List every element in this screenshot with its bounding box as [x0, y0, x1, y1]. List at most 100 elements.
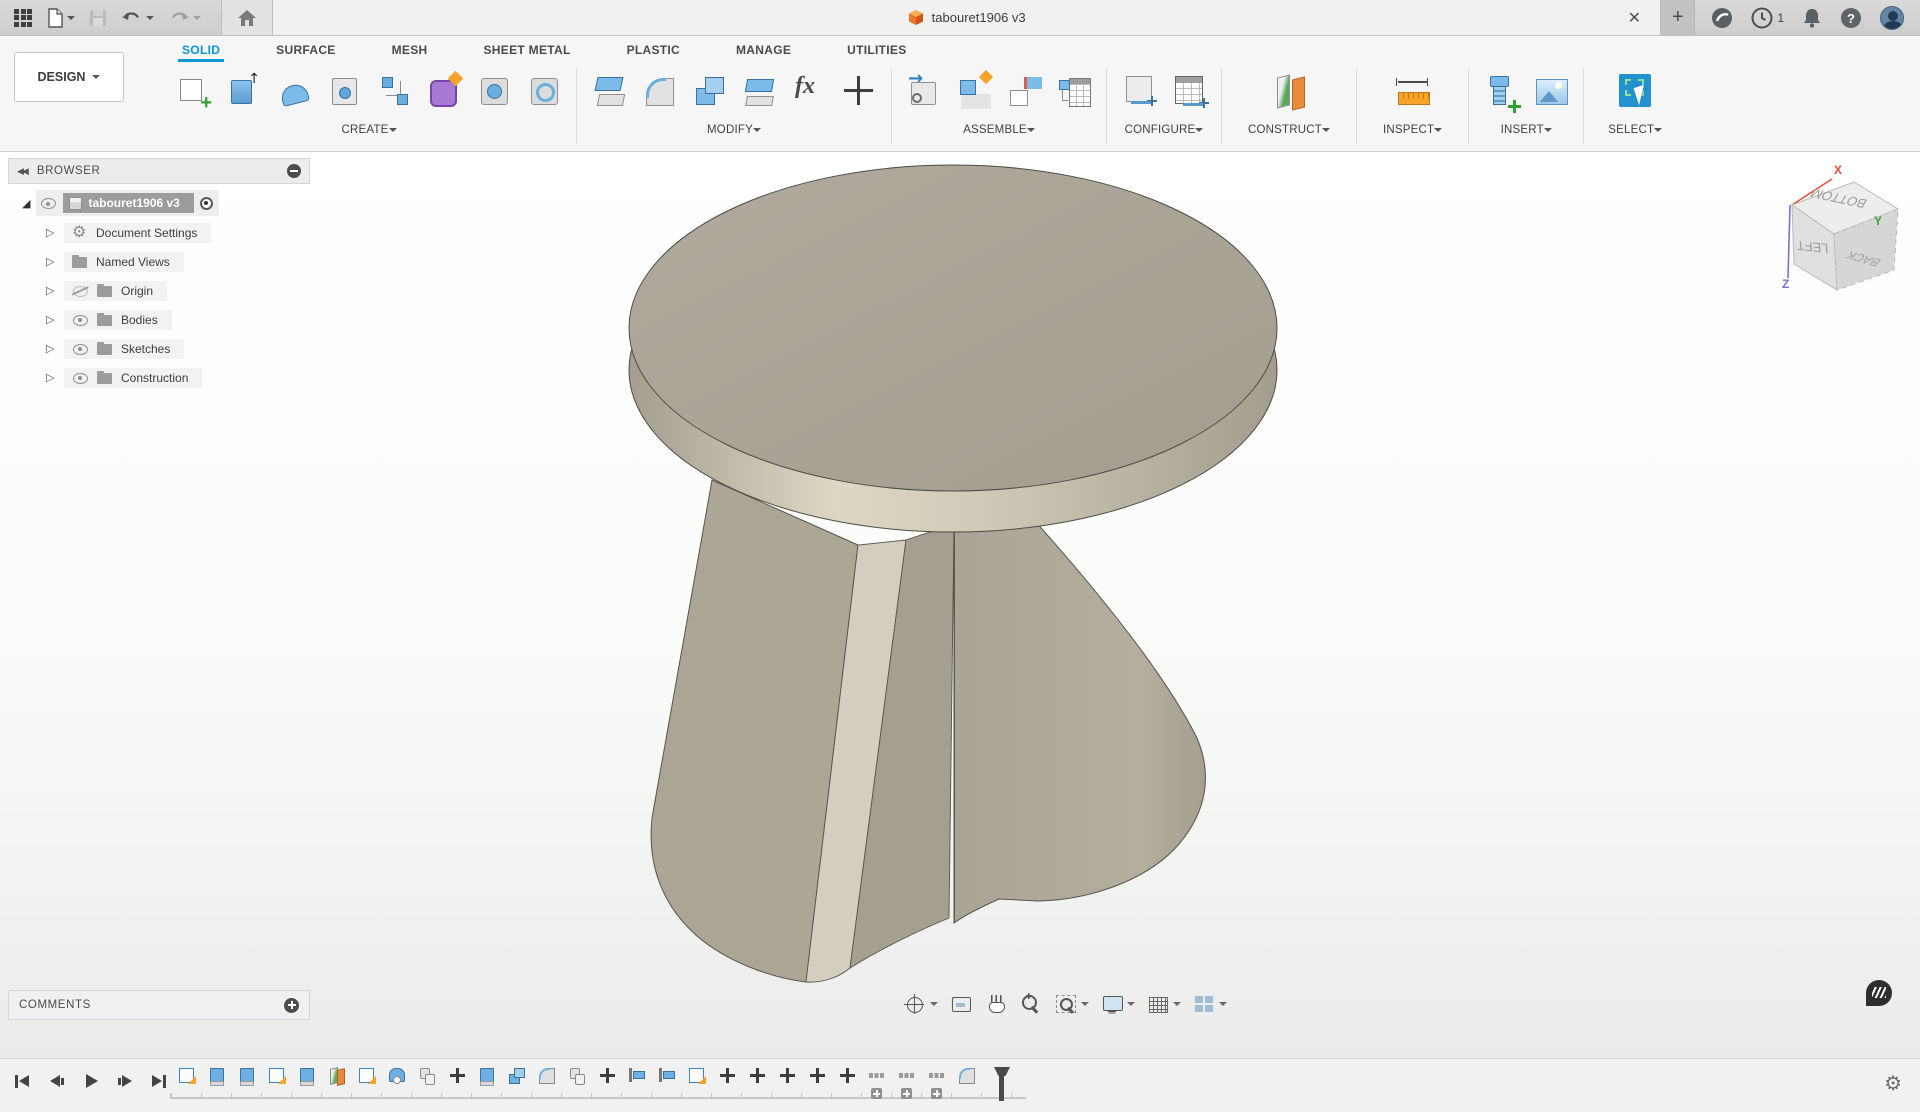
timeline-feature-icon[interactable] — [418, 1066, 436, 1086]
help-icon[interactable]: ? — [1840, 7, 1862, 29]
browser-minimize-icon[interactable] — [287, 164, 301, 178]
timeline-feature-icon[interactable] — [358, 1066, 376, 1086]
timeline-feature-icon[interactable] — [868, 1066, 886, 1086]
ribbon-tool-icon[interactable] — [954, 71, 994, 111]
ribbon-tool-icon[interactable] — [839, 71, 879, 111]
timeline-feature-icon[interactable] — [448, 1066, 466, 1086]
orbit-caret-icon[interactable] — [930, 1002, 938, 1010]
ribbon-tool-icon[interactable] — [474, 71, 514, 111]
timeline-feature-icon[interactable] — [928, 1066, 946, 1086]
visibility-eye-icon[interactable] — [72, 372, 89, 384]
timeline-feature-icon[interactable] — [778, 1066, 796, 1086]
timeline-feature-icon[interactable] — [688, 1066, 706, 1086]
viewport-3d[interactable]: ◀◀ BROWSER ◢ tabouret1906 v3 — [0, 152, 1920, 1058]
document-tab[interactable]: tabouret1906 v3 ✕ — [273, 0, 1661, 35]
root-visibility-eye-icon[interactable] — [40, 197, 57, 209]
timeline-group-plus-icon[interactable] — [931, 1088, 942, 1099]
feedback-bubble-icon[interactable] — [1866, 980, 1892, 1006]
timeline-feature-icon[interactable] — [748, 1066, 766, 1086]
ribbon-tool-icon[interactable] — [424, 71, 464, 111]
save-button[interactable] — [89, 9, 107, 27]
browser-item[interactable]: ▷ Named Views — [46, 249, 310, 274]
timeline-feature-icon[interactable] — [298, 1066, 316, 1086]
step-forward-button[interactable] — [116, 1073, 134, 1091]
display-settings-button[interactable] — [1098, 990, 1137, 1018]
ribbon-group-label-configure[interactable]: CONFIGURE — [1125, 124, 1204, 136]
job-status-button[interactable]: 1 — [1751, 7, 1784, 29]
go-to-start-button[interactable] — [14, 1073, 32, 1091]
timeline-feature-icon[interactable] — [268, 1066, 286, 1086]
timeline-feature-icon[interactable] — [328, 1066, 346, 1086]
ribbon-tool-icon[interactable] — [1004, 71, 1044, 111]
timeline-feature-icon[interactable] — [658, 1066, 676, 1086]
play-button[interactable] — [82, 1073, 100, 1091]
timeline-settings-gear-icon[interactable]: ⚙ — [1884, 1073, 1902, 1095]
ribbon-tab[interactable]: SHEET METAL — [480, 43, 575, 62]
ribbon-group-label-create[interactable]: CREATE — [342, 124, 397, 136]
timeline-group-plus-icon[interactable] — [871, 1088, 882, 1099]
pan-button[interactable] — [982, 990, 1010, 1018]
grid-settings-button[interactable] — [1144, 990, 1183, 1018]
redo-button[interactable] — [168, 9, 201, 27]
ribbon-tool-icon[interactable] — [174, 71, 214, 111]
expand-arrow-icon[interactable]: ▷ — [46, 342, 56, 355]
visibility-eye-icon[interactable] — [72, 285, 89, 297]
ribbon-group-label-inspect[interactable]: INSPECT — [1383, 124, 1442, 136]
ribbon-tool-icon[interactable] — [689, 71, 729, 111]
timeline-feature-icon[interactable] — [478, 1066, 496, 1086]
home-tab[interactable] — [221, 0, 273, 35]
ribbon-tool-icon[interactable] — [1393, 71, 1433, 111]
root-expand-icon[interactable]: ◢ — [22, 197, 30, 210]
step-back-button[interactable] — [48, 1073, 66, 1091]
ribbon-tab[interactable]: SOLID — [178, 43, 224, 62]
timeline-feature-icon[interactable] — [808, 1066, 826, 1086]
timeline-feature-icon[interactable] — [598, 1066, 616, 1086]
stool-seat-top[interactable] — [629, 165, 1277, 491]
ribbon-tool-icon[interactable] — [1169, 71, 1209, 111]
ribbon-tool-icon[interactable] — [524, 71, 564, 111]
ribbon-tool-icon[interactable] — [1054, 71, 1094, 111]
ribbon-tool-icon[interactable] — [1119, 71, 1159, 111]
viewports-caret-icon[interactable] — [1219, 1002, 1227, 1010]
app-grid-icon[interactable] — [14, 9, 32, 27]
zoom-window-button[interactable] — [1052, 990, 1091, 1018]
ribbon-tool-icon[interactable] — [224, 71, 264, 111]
browser-item[interactable]: ▷ Sketches — [46, 336, 310, 361]
timeline-feature-icon[interactable] — [238, 1066, 256, 1086]
visibility-eye-icon[interactable] — [72, 343, 89, 355]
browser-root-item[interactable]: ◢ tabouret1906 v3 — [22, 190, 310, 216]
expand-arrow-icon[interactable]: ▷ — [46, 371, 56, 384]
ribbon-group-label-modify[interactable]: MODIFY — [707, 124, 761, 136]
timeline-feature-icon[interactable] — [718, 1066, 736, 1086]
ribbon-tool-icon[interactable] — [1531, 71, 1571, 111]
browser-header[interactable]: ◀◀ BROWSER — [8, 158, 310, 184]
ribbon-tool-icon[interactable] — [739, 71, 779, 111]
look-at-button[interactable] — [947, 990, 975, 1018]
timeline-feature-icon[interactable] — [178, 1066, 196, 1086]
timeline-track[interactable] — [170, 1093, 1026, 1099]
add-comment-icon[interactable] — [284, 998, 299, 1013]
go-to-end-button[interactable] — [150, 1073, 168, 1091]
undo-button[interactable] — [121, 9, 154, 27]
ribbon-tab[interactable]: MESH — [388, 43, 432, 62]
browser-item[interactable]: ▷ Bodies — [46, 307, 310, 332]
ribbon-tool-icon[interactable] — [904, 71, 944, 111]
ribbon-tab[interactable]: SURFACE — [272, 43, 339, 62]
ribbon-tab[interactable]: PLASTIC — [623, 43, 684, 62]
file-menu-button[interactable] — [46, 8, 75, 28]
expand-arrow-icon[interactable]: ▷ — [46, 284, 56, 297]
ribbon-tool-icon[interactable] — [1615, 71, 1655, 111]
timeline-feature-icon[interactable] — [898, 1066, 916, 1086]
timeline-feature-icon[interactable] — [568, 1066, 586, 1086]
ribbon-group-label-select[interactable]: SELECT — [1608, 124, 1662, 136]
ribbon-tool-icon[interactable] — [1481, 71, 1521, 111]
zoom-button[interactable] — [1017, 990, 1045, 1018]
ribbon-tab[interactable]: MANAGE — [732, 43, 795, 62]
close-tab-icon[interactable]: ✕ — [1624, 8, 1644, 28]
ribbon-group-label-insert[interactable]: INSERT — [1501, 124, 1552, 136]
view-cube[interactable]: BOTTOM LEFT BACK X Y Z — [1750, 152, 1910, 292]
expand-arrow-icon[interactable]: ▷ — [46, 313, 56, 326]
comments-bar[interactable]: COMMENTS — [8, 990, 310, 1020]
grid-caret-icon[interactable] — [1173, 1002, 1181, 1010]
ribbon-group-label-assemble[interactable]: ASSEMBLE — [963, 124, 1035, 136]
